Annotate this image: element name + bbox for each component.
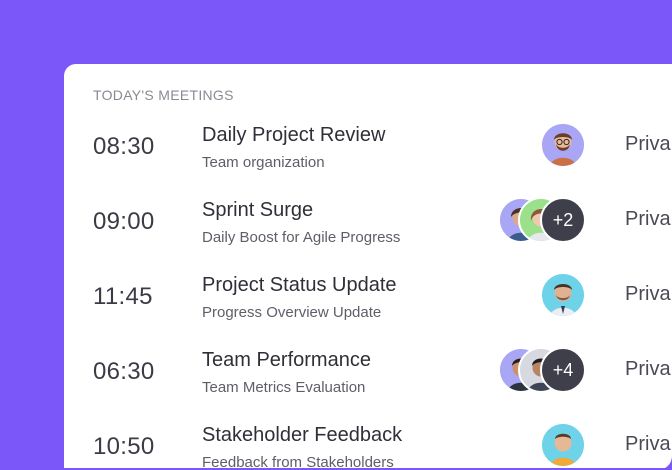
meeting-subtitle: Feedback from Stakeholders (202, 454, 394, 468)
meeting-privacy[interactable]: Priva (625, 433, 671, 456)
attendee-avatars (540, 122, 586, 168)
avatar[interactable] (540, 272, 586, 318)
avatar[interactable] (540, 422, 586, 468)
meeting-row[interactable]: 09:00 Sprint Surge Daily Boost for Agile… (64, 186, 672, 261)
attendee-avatars: +4 (498, 347, 588, 393)
meetings-card: TODAY'S MEETINGS 08:30 Daily Project Rev… (64, 64, 672, 468)
meeting-subtitle: Team organization (202, 154, 325, 171)
avatar[interactable] (540, 122, 586, 168)
meeting-time: 11:45 (93, 283, 153, 310)
app-background: TODAY'S MEETINGS 08:30 Daily Project Rev… (0, 0, 672, 470)
meeting-title: Project Status Update (202, 274, 397, 296)
meeting-subtitle: Daily Boost for Agile Progress (202, 229, 401, 246)
more-attendees-badge[interactable]: +4 (540, 347, 586, 393)
meeting-privacy[interactable]: Priva (625, 283, 671, 306)
meeting-privacy[interactable]: Priva (625, 208, 671, 231)
more-attendees-badge[interactable]: +2 (540, 197, 586, 243)
attendee-avatars (540, 272, 586, 318)
meeting-row[interactable]: 10:50 Stakeholder Feedback Feedback from… (64, 411, 672, 468)
meeting-title: Sprint Surge (202, 199, 314, 221)
meeting-time: 06:30 (93, 358, 155, 385)
meeting-time: 09:00 (93, 208, 155, 235)
section-title: TODAY'S MEETINGS (93, 87, 234, 103)
meeting-title: Daily Project Review (202, 124, 386, 146)
meeting-title: Team Performance (202, 349, 371, 371)
meeting-subtitle: Progress Overview Update (202, 304, 382, 321)
meeting-time: 08:30 (93, 133, 155, 160)
meeting-time: 10:50 (93, 433, 155, 460)
meeting-privacy[interactable]: Priva (625, 358, 671, 381)
meeting-row[interactable]: 11:45 Project Status Update Progress Ove… (64, 261, 672, 336)
meeting-row[interactable]: 08:30 Daily Project Review Team organiza… (64, 111, 672, 186)
meeting-subtitle: Team Metrics Evaluation (202, 379, 366, 396)
meeting-privacy[interactable]: Priva (625, 133, 671, 156)
attendee-avatars (540, 422, 586, 468)
meeting-row[interactable]: 06:30 Team Performance Team Metrics Eval… (64, 336, 672, 411)
attendee-avatars: +2 (498, 197, 588, 243)
meeting-title: Stakeholder Feedback (202, 424, 403, 446)
